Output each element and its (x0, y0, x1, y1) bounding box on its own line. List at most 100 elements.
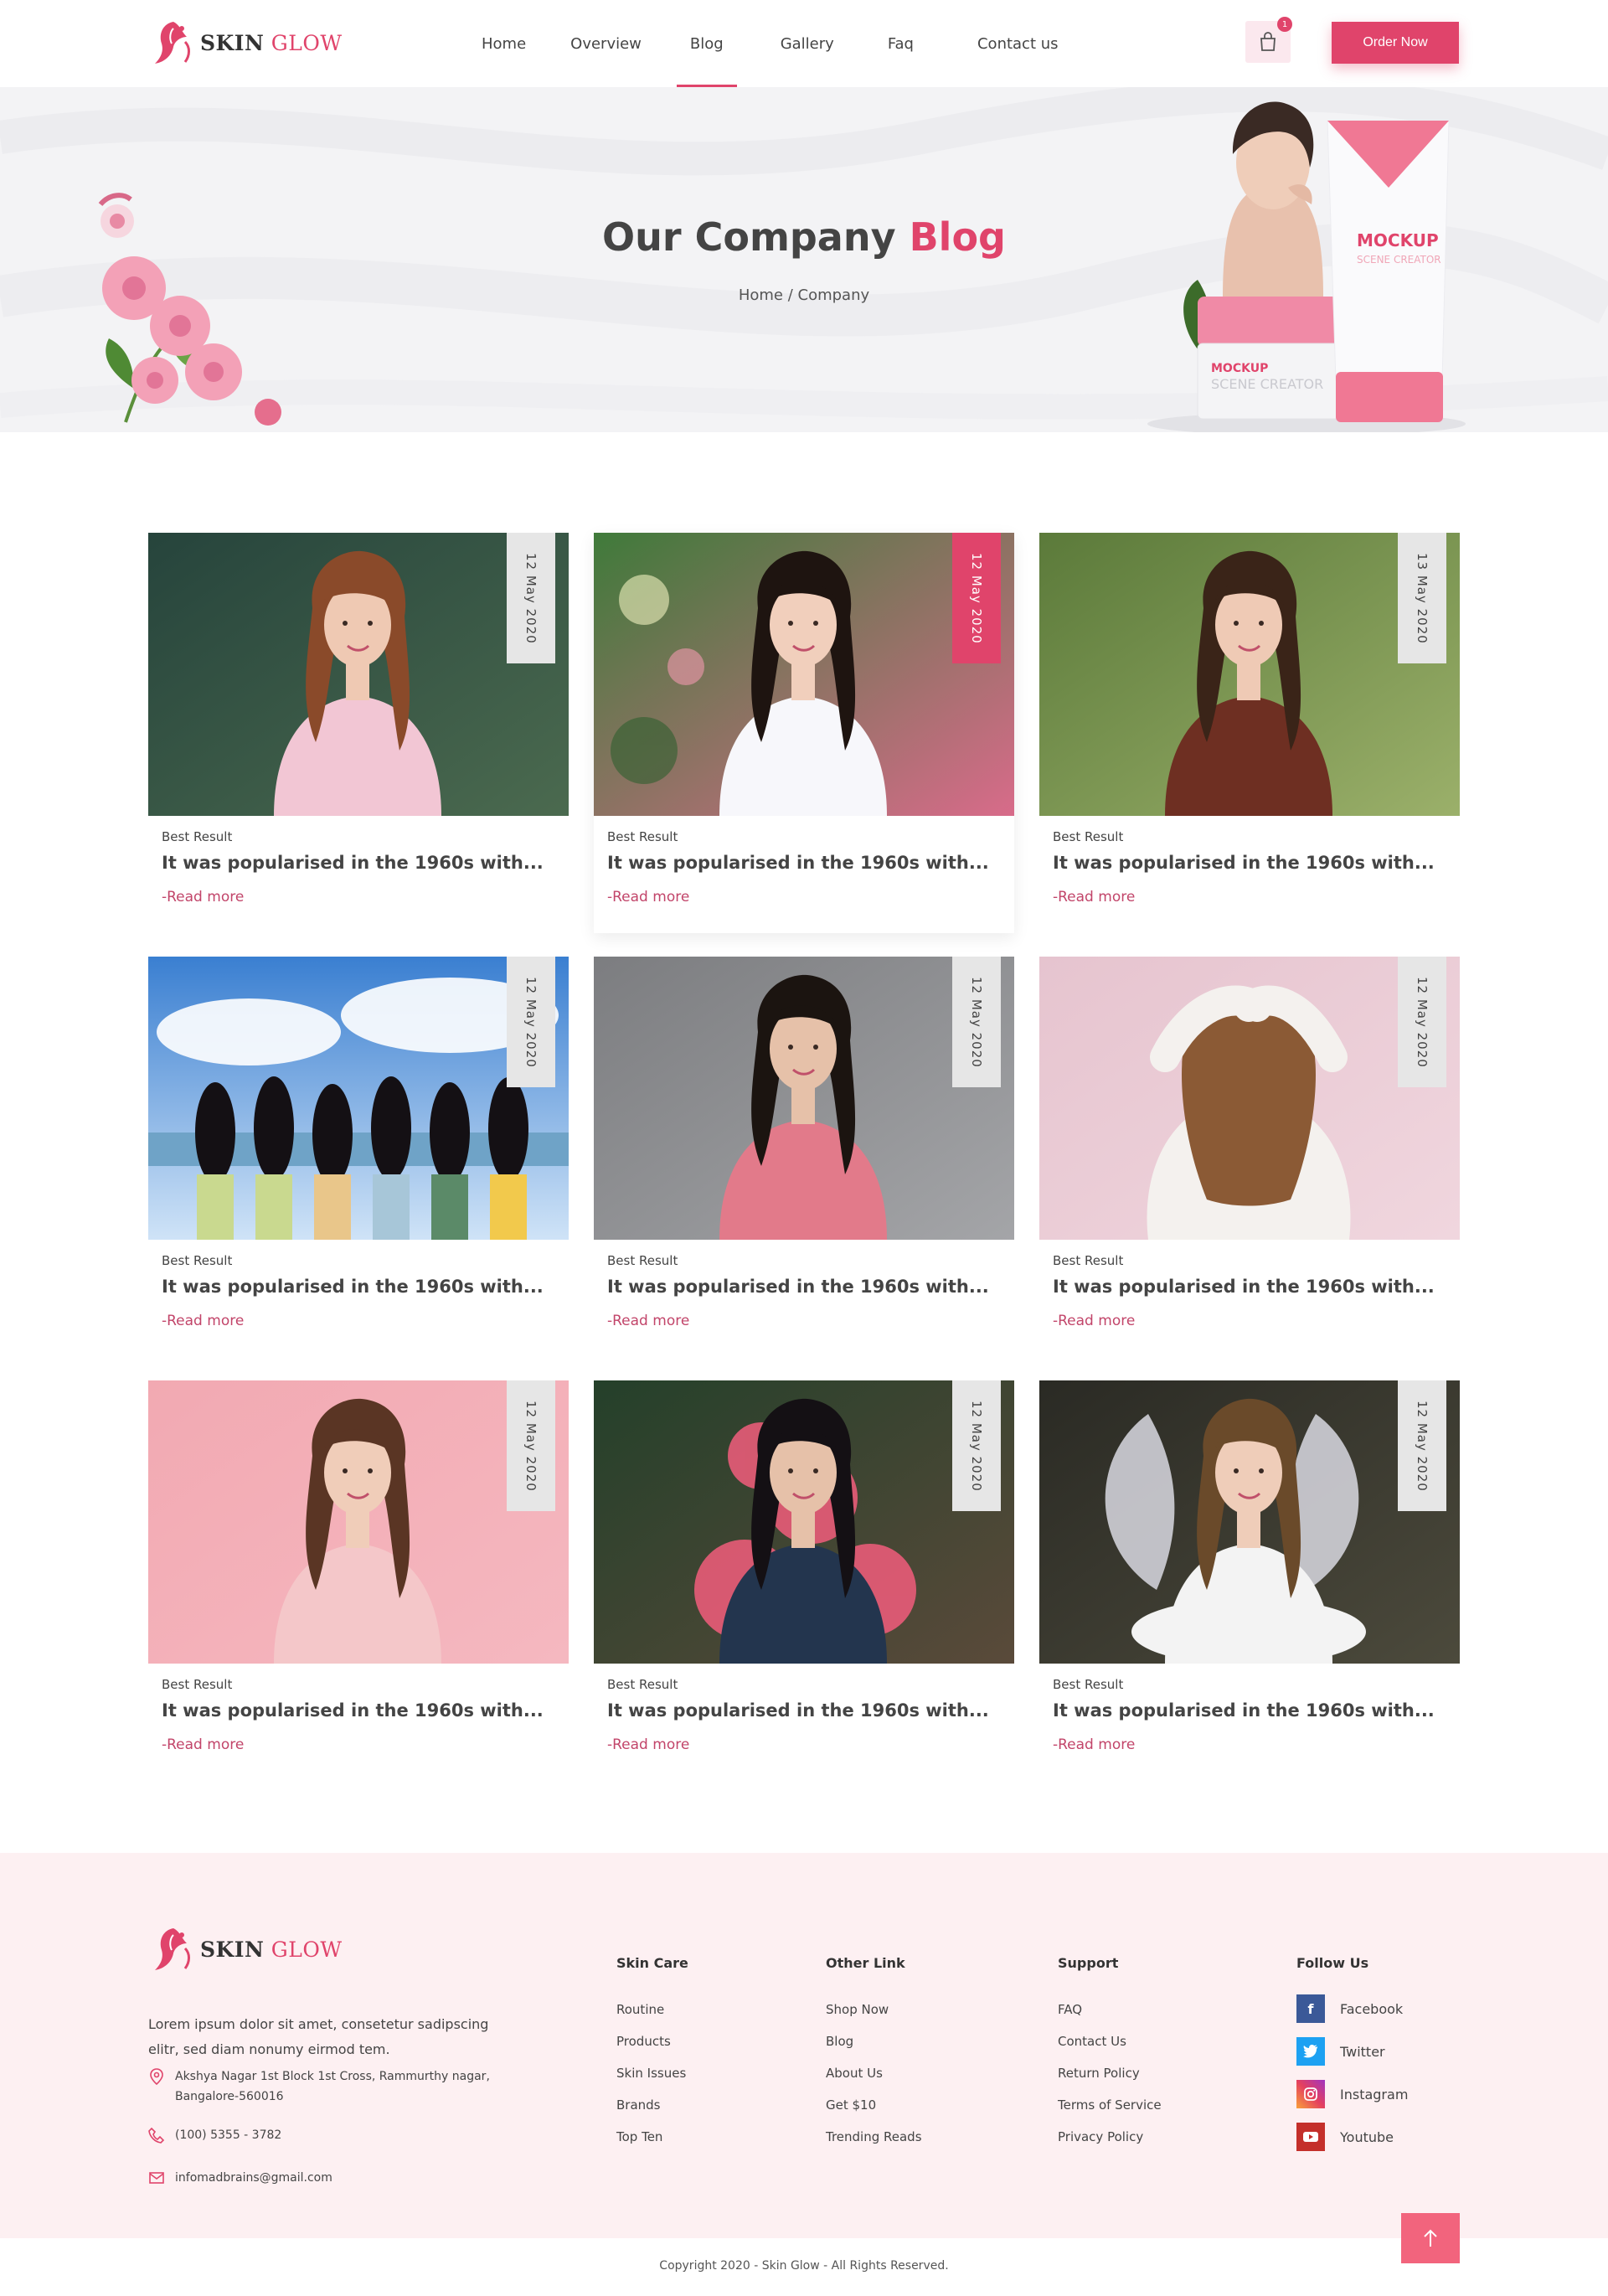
blog-card-image[interactable] (1039, 957, 1460, 1240)
footer-social-heading: Follow Us (1296, 1955, 1369, 1971)
blog-card-read-more-link[interactable]: -Read more (607, 889, 689, 906)
brand-logo-icon (155, 1928, 190, 1970)
footer-link-products[interactable]: Products (616, 2033, 688, 2050)
footer-link-shop-now[interactable]: Shop Now (826, 2001, 922, 2018)
brand-name: SKIN GLOW (200, 30, 343, 55)
footer-email[interactable]: infomadbrains@gmail.com (148, 2168, 332, 2188)
blog-card-image[interactable] (148, 1380, 569, 1664)
nav-overview[interactable]: Overview (550, 0, 677, 87)
footer-link-get-10[interactable]: Get $10 (826, 2097, 922, 2113)
footer-brand-name: SKIN GLOW (200, 1937, 343, 1962)
location-pin-icon (150, 2068, 163, 2085)
footer-link-faq[interactable]: FAQ (1058, 2001, 1162, 2018)
blog-card-read-more-link[interactable]: -Read more (162, 1736, 244, 1753)
blog-card-title[interactable]: It was popularised in the 1960s with... (162, 853, 544, 873)
blog-card-date-badge: 12 May 2020 (507, 533, 555, 663)
blog-card-read-more-link[interactable]: -Read more (607, 1313, 689, 1329)
footer-social: Follow Us f Facebook Twitter Instagram Y… (1296, 1955, 1408, 2165)
footer-link-return-policy[interactable]: Return Policy (1058, 2065, 1162, 2082)
footer-link-top-ten[interactable]: Top Ten (616, 2128, 688, 2145)
footer-col-heading: Other Link (826, 1955, 905, 1971)
copyright-text: Copyright 2020 - Skin Glow - All Rights … (659, 2259, 949, 2273)
tube-subtitle: SCENE CREATOR (1357, 254, 1441, 266)
blog-card-title[interactable]: It was popularised in the 1960s with... (607, 1277, 989, 1297)
blog-card-date-badge: 12 May 2020 (1398, 1380, 1446, 1511)
social-twitter[interactable]: Twitter (1296, 2037, 1408, 2066)
footer-brand-logo[interactable]: SKIN GLOW (148, 1923, 343, 1975)
order-now-button[interactable]: Order Now (1332, 22, 1459, 64)
blog-card-image[interactable] (594, 1380, 1014, 1664)
footer-link-blog[interactable]: Blog (826, 2033, 922, 2050)
jar-label: MOCKUP (1211, 362, 1268, 375)
blog-card-read-more-link[interactable]: -Read more (1053, 1736, 1135, 1753)
blog-card-title[interactable]: It was popularised in the 1960s with... (1053, 853, 1435, 873)
mail-icon (149, 2172, 164, 2184)
footer-about-text: Lorem ipsum dolor sit amet, consetetur s… (148, 2016, 489, 2057)
social-youtube[interactable]: Youtube (1296, 2123, 1408, 2151)
brand-logo[interactable]: SKIN GLOW (148, 17, 343, 69)
blog-card-image[interactable] (148, 957, 569, 1240)
youtube-icon (1296, 2123, 1325, 2151)
blog-card-image[interactable] (594, 533, 1014, 816)
nav-gallery[interactable]: Gallery (737, 0, 859, 87)
blog-card[interactable]: 12 May 2020 Best Result It was popularis… (594, 1380, 1014, 1781)
blog-card-read-more-link[interactable]: -Read more (607, 1736, 689, 1753)
nav-blog[interactable]: Blog (676, 0, 737, 87)
footer-col-skin-care: Skin Care Routine Products Skin Issues B… (616, 1955, 688, 2160)
blog-card[interactable]: 12 May 2020 Best Result It was popularis… (594, 533, 1014, 933)
blog-card-image[interactable] (594, 957, 1014, 1240)
blog-card[interactable]: 12 May 2020 Best Result It was popularis… (148, 1380, 569, 1781)
blog-card-read-more-link[interactable]: -Read more (1053, 889, 1135, 906)
blog-card-title[interactable]: It was popularised in the 1960s with... (162, 1700, 544, 1721)
footer-link-privacy[interactable]: Privacy Policy (1058, 2128, 1162, 2145)
blog-card-title[interactable]: It was popularised in the 1960s with... (1053, 1700, 1435, 1721)
blog-card-read-more-link[interactable]: -Read more (162, 1313, 244, 1329)
footer-link-terms[interactable]: Terms of Service (1058, 2097, 1162, 2113)
breadcrumb-home[interactable]: Home (739, 286, 783, 304)
phone-icon (148, 2127, 165, 2144)
blog-card[interactable]: 12 May 2020 Best Result It was popularis… (1039, 1380, 1460, 1781)
footer-phone[interactable]: (100) 5355 - 3782 (148, 2125, 281, 2145)
blog-card-category: Best Result (162, 829, 233, 844)
blog-card[interactable]: 12 May 2020 Best Result It was popularis… (148, 533, 569, 933)
skincare-products-illustration: MOCKUP SCENE CREATOR MOCKUP SCENE CREATO… (1147, 101, 1466, 432)
blog-card-image[interactable] (1039, 533, 1460, 816)
blog-card-category: Best Result (607, 1677, 678, 1692)
nav-home[interactable]: Home (469, 0, 550, 87)
footer-link-brands[interactable]: Brands (616, 2097, 688, 2113)
blog-card-title[interactable]: It was popularised in the 1960s with... (162, 1277, 544, 1297)
footer-link-trending-reads[interactable]: Trending Reads (826, 2128, 922, 2145)
footer-link-skin-issues[interactable]: Skin Issues (616, 2065, 688, 2082)
blog-card-title[interactable]: It was popularised in the 1960s with... (607, 1700, 989, 1721)
blog-card-image[interactable] (148, 533, 569, 816)
social-instagram[interactable]: Instagram (1296, 2080, 1408, 2108)
blog-card-date-badge: 12 May 2020 (507, 1380, 555, 1511)
blog-card-read-more-link[interactable]: -Read more (1053, 1313, 1135, 1329)
footer-link-about-us[interactable]: About Us (826, 2065, 922, 2082)
blog-card[interactable]: 12 May 2020 Best Result It was popularis… (1039, 957, 1460, 1357)
blog-card[interactable]: 12 May 2020 Best Result It was popularis… (594, 957, 1014, 1357)
blog-card-date-badge: 12 May 2020 (952, 1380, 1001, 1511)
nav-faq[interactable]: Faq (859, 0, 947, 87)
footer-col-other-link: Other Link Shop Now Blog About Us Get $1… (826, 1955, 922, 2160)
blog-card-date-badge: 12 May 2020 (952, 533, 1001, 663)
footer-col-heading: Support (1058, 1955, 1119, 1971)
cart-count-badge: 1 (1277, 17, 1292, 32)
nav-contact[interactable]: Contact us (947, 0, 1071, 87)
blog-card-read-more-link[interactable]: -Read more (162, 889, 244, 906)
social-facebook[interactable]: f Facebook (1296, 1994, 1408, 2023)
site-header: SKIN GLOW Home Overview Blog Gallery Faq… (0, 0, 1608, 87)
blog-card[interactable]: 13 May 2020 Best Result It was popularis… (1039, 533, 1460, 933)
blog-card-title[interactable]: It was popularised in the 1960s with... (607, 853, 989, 873)
cart-button[interactable]: 1 (1245, 17, 1292, 63)
page-hero: Our Company Blog Home / Company MOCKUP S… (0, 87, 1608, 432)
blog-card-image[interactable] (1039, 1380, 1460, 1664)
blog-card[interactable]: 12 May 2020 Best Result It was popularis… (148, 957, 569, 1357)
footer-link-routine[interactable]: Routine (616, 2001, 688, 2018)
blog-card-category: Best Result (607, 1253, 678, 1268)
blog-card-category: Best Result (1053, 829, 1124, 844)
footer-link-contact-us[interactable]: Contact Us (1058, 2033, 1162, 2050)
blog-card-date-badge: 12 May 2020 (507, 957, 555, 1087)
blog-card-title[interactable]: It was popularised in the 1960s with... (1053, 1277, 1435, 1297)
back-to-top-button[interactable] (1401, 2213, 1460, 2263)
